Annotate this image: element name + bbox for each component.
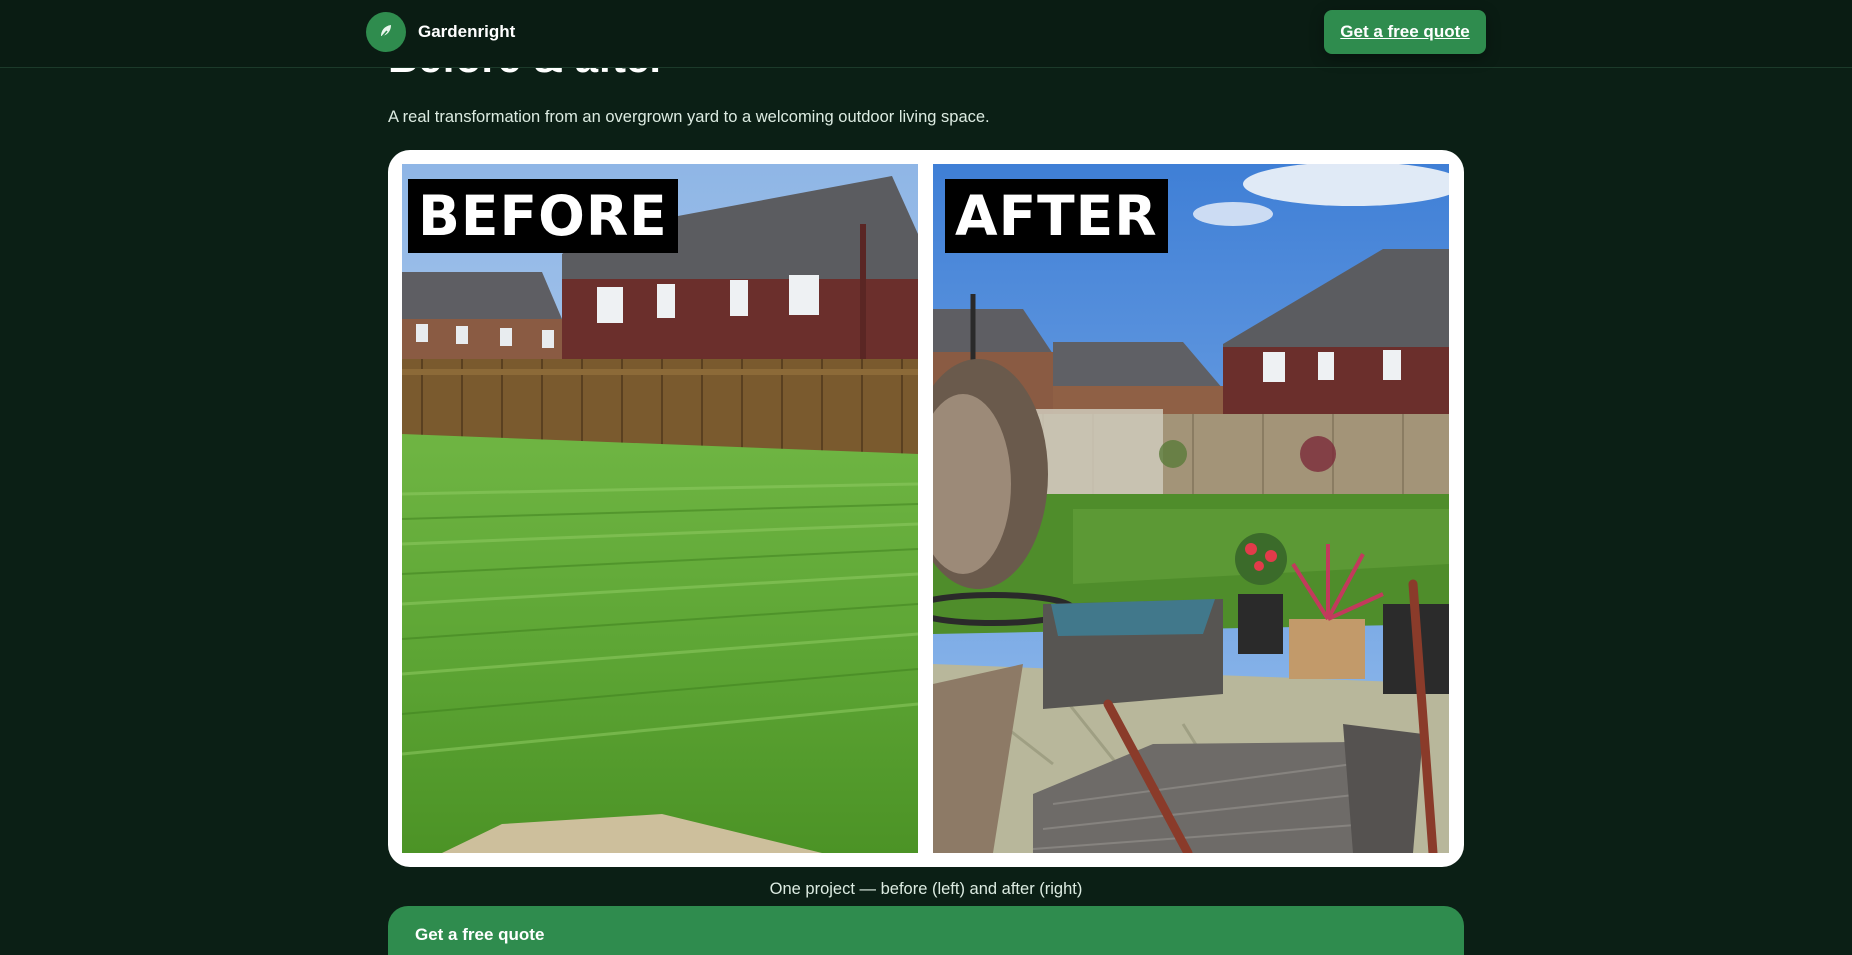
get-quote-button[interactable]: Get a free quote bbox=[1324, 10, 1486, 54]
section-subtitle: A real transformation from an overgrown … bbox=[388, 108, 990, 126]
site-header: Gardenright Get a free quote bbox=[0, 0, 1852, 68]
after-label: AFTER bbox=[945, 179, 1168, 253]
before-photo: BEFORE bbox=[402, 164, 918, 853]
before-label: BEFORE bbox=[408, 179, 678, 253]
brand-name: Gardenright bbox=[418, 22, 516, 41]
bottom-quote-button[interactable]: Get a free quote bbox=[388, 906, 1464, 955]
brand-link[interactable]: Gardenright bbox=[366, 12, 515, 52]
after-photo: AFTER bbox=[933, 164, 1449, 853]
leaf-icon bbox=[366, 12, 406, 52]
bottom-quote-label: Get a free quote bbox=[415, 925, 545, 944]
before-after-figure: BEFORE AFTER bbox=[388, 150, 1464, 867]
figure-caption: One project — before (left) and after (r… bbox=[769, 880, 1083, 898]
